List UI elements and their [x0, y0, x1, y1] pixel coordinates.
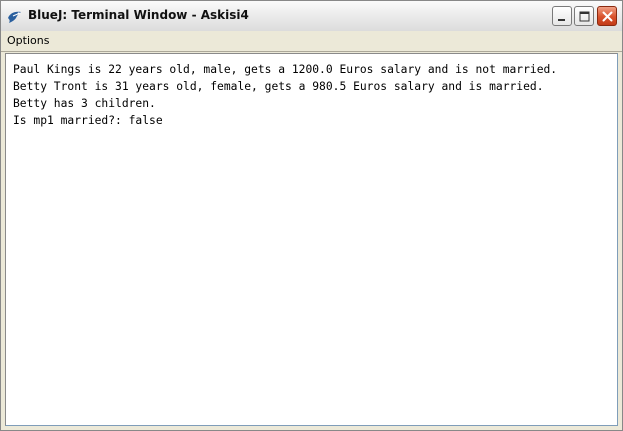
- terminal-line: Paul Kings is 22 years old, male, gets a…: [13, 63, 558, 76]
- maximize-button[interactable]: [574, 6, 594, 26]
- terminal-window: BlueJ: Terminal Window - Askisi4 Options…: [0, 0, 623, 431]
- terminal-line: Betty Tront is 31 years old, female, get…: [13, 80, 544, 93]
- minimize-icon: [558, 19, 565, 21]
- menu-bar: Options: [1, 31, 622, 52]
- title-bar[interactable]: BlueJ: Terminal Window - Askisi4: [1, 1, 622, 32]
- window-title: BlueJ: Terminal Window - Askisi4: [28, 8, 249, 22]
- minimize-button[interactable]: [552, 6, 572, 26]
- menu-options[interactable]: Options: [7, 34, 49, 47]
- terminal-output[interactable]: Paul Kings is 22 years old, male, gets a…: [5, 53, 618, 426]
- close-icon: [602, 11, 613, 22]
- close-button[interactable]: [597, 6, 617, 26]
- terminal-line: Betty has 3 children.: [13, 97, 156, 110]
- maximize-icon: [579, 11, 590, 22]
- bluej-bird-icon[interactable]: [7, 9, 23, 23]
- terminal-line: Is mp1 married?: false: [13, 114, 163, 127]
